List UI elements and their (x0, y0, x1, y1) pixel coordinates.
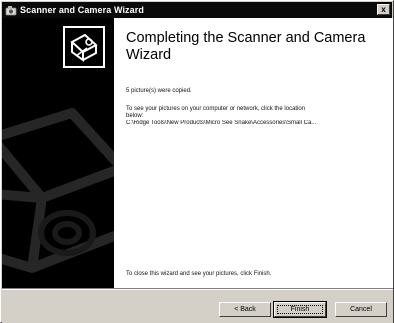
button-bar: < Back Finish Cancel (2, 288, 393, 323)
camera-photo-icon (63, 26, 105, 68)
close-instructions-text: To close this wizard and see your pictur… (126, 271, 272, 277)
wizard-content: Completing the Scanner and Camera Wizard… (114, 18, 393, 288)
wizard-heading: Completing the Scanner and Camera Wizard (126, 30, 366, 63)
back-button[interactable]: < Back (219, 302, 271, 317)
view-instructions-line1: To see your pictures on your computer or… (126, 106, 306, 112)
close-icon: x (381, 4, 386, 14)
finish-button[interactable]: Finish (273, 301, 327, 318)
focus-ring (277, 305, 323, 314)
wizard-window: Scanner and Camera Wizard x Completing t… (0, 0, 394, 323)
cancel-button[interactable]: Cancel (335, 302, 387, 317)
wizard-side-panel (2, 18, 114, 288)
title-bar[interactable]: Scanner and Camera Wizard x (2, 2, 392, 18)
window-title: Scanner and Camera Wizard (20, 5, 144, 15)
copied-count-text: 5 picture(s) were copied. (126, 88, 192, 94)
pictures-location-link[interactable]: C:\Ridge Tools\New Products\Micro See Sn… (126, 120, 388, 127)
close-button[interactable]: x (377, 4, 390, 15)
scanner-camera-icon (5, 4, 17, 16)
view-instructions-line2: below: (126, 113, 144, 119)
